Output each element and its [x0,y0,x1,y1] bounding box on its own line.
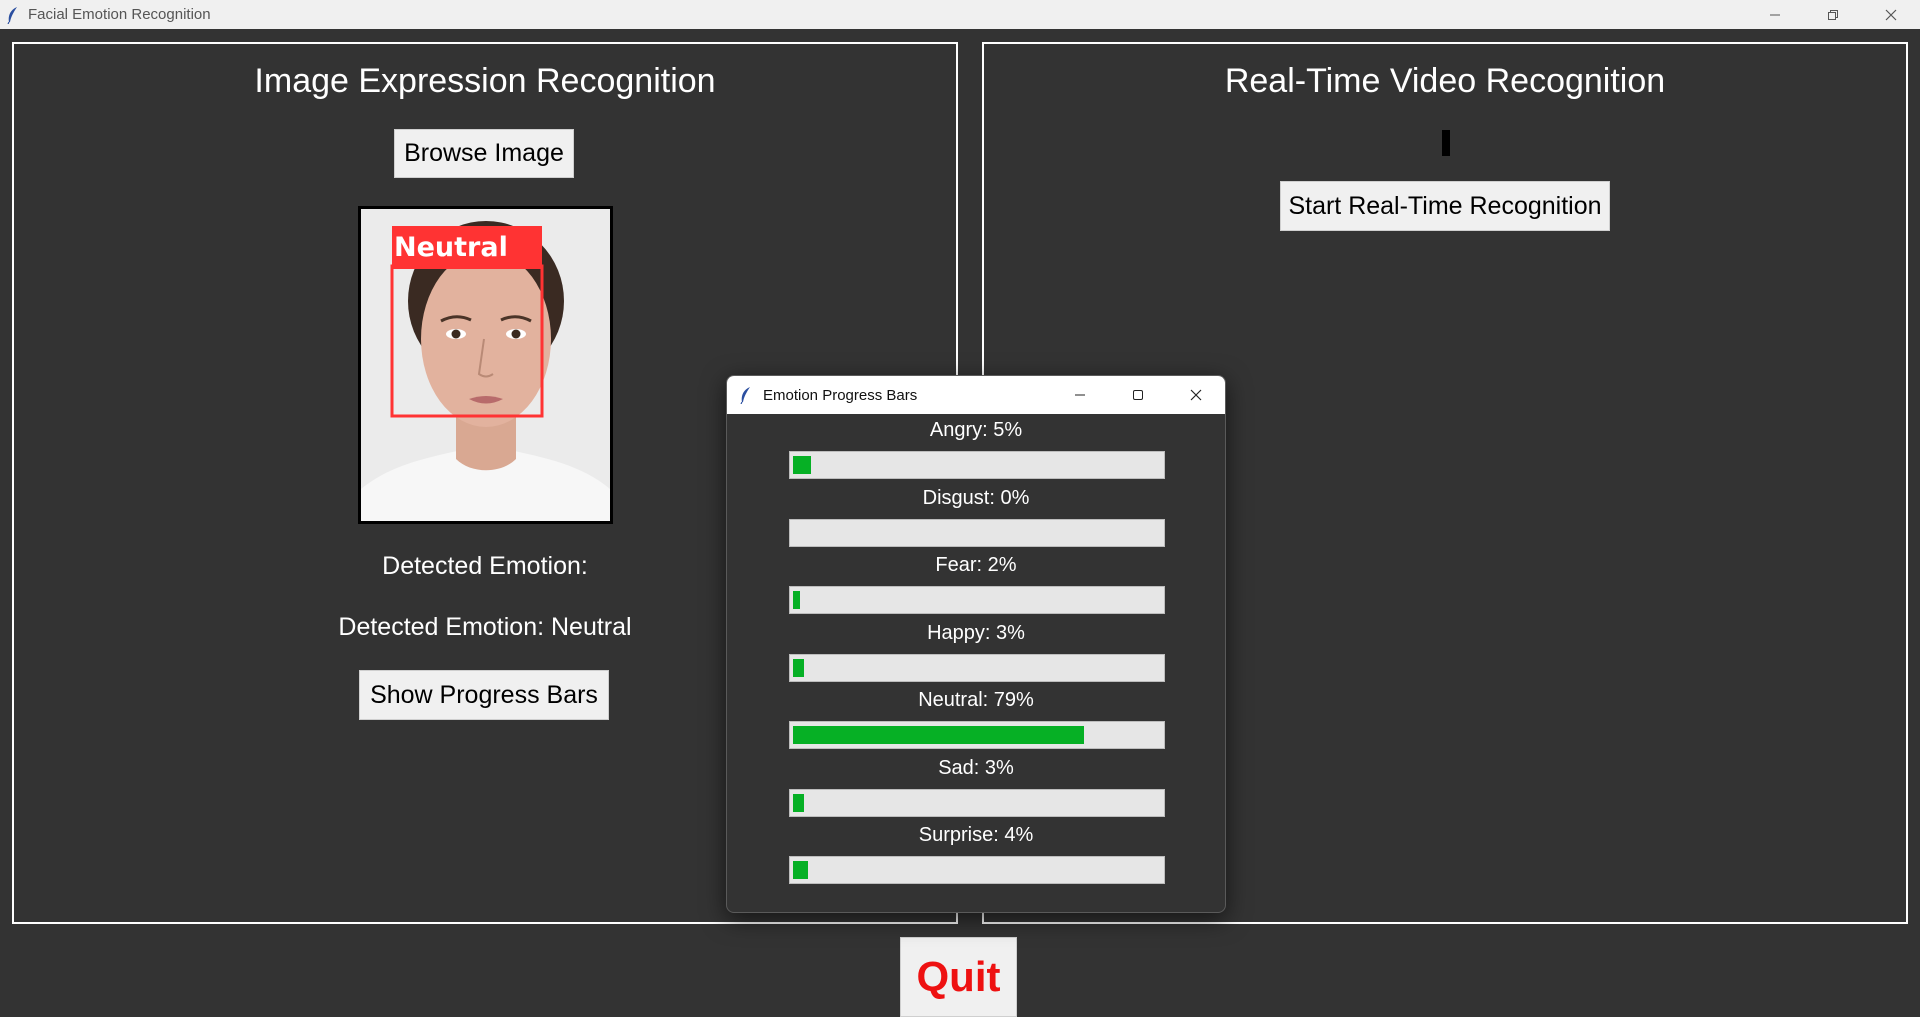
video-display [1442,130,1450,156]
progress-bars-list: Angry: 5% Disgust: 0% Fear: 2% Happy: 3% Neu… [727,414,1225,887]
browse-image-button[interactable]: Browse Image [394,129,574,178]
progress-fill [793,793,804,812]
video-panel-title: Real-Time Video Recognition [1224,62,1666,100]
progress-row: Fear: 2% [727,549,1225,617]
progress-row: Sad: 3% [727,752,1225,820]
progress-bar [789,788,1165,817]
progress-label: Angry: 5% [929,419,1023,441]
show-progress-bars-button[interactable]: Show Progress Bars [359,670,609,720]
start-realtime-button[interactable]: Start Real-Time Recognition [1280,181,1610,231]
minimize-icon[interactable] [1746,0,1804,29]
progress-label: Disgust: 0% [922,486,1030,509]
popup-window-controls [1051,376,1225,414]
progress-label: Neutral: 79% [918,689,1034,711]
progress-fill [793,456,811,474]
minimize-icon[interactable] [1051,376,1109,414]
image-panel-title: Image Expression Recognition [254,62,716,100]
maximize-icon[interactable] [1109,376,1167,414]
progress-fill [793,726,1084,744]
progress-bar [789,653,1165,682]
close-icon[interactable] [1167,376,1225,414]
image-emotion-label: Neutral [394,232,508,263]
progress-bar [789,518,1165,547]
progress-fill [793,591,800,609]
app-title: Facial Emotion Recognition [28,6,211,23]
progress-fill [793,861,808,879]
close-icon[interactable] [1862,0,1920,29]
progress-row: Disgust: 0% [727,482,1225,550]
analyzed-image: Neutral [358,206,613,524]
progress-row: Surprise: 4% [727,819,1225,887]
progress-row: Happy: 3% [727,617,1225,685]
feather-icon [740,387,750,404]
progress-row: Neutral: 79% [727,684,1225,752]
app-titlebar: Facial Emotion Recognition [0,0,1920,29]
progress-bar [789,721,1165,749]
progress-bar [789,856,1165,884]
emotion-progress-window: Emotion Progress Bars Angry: 5% Disgust: … [726,375,1226,913]
progress-row: Angry: 5% [727,414,1225,482]
feather-icon [7,6,17,24]
progress-label: Sad: 3% [938,756,1014,779]
progress-bar [789,586,1165,614]
progress-label: Fear: 2% [935,554,1017,576]
popup-titlebar: Emotion Progress Bars [727,376,1225,414]
progress-label: Happy: 3% [927,621,1025,644]
progress-label: Surprise: 4% [918,824,1034,846]
window-controls [1746,0,1920,29]
progress-bar [789,451,1165,479]
quit-button[interactable]: Quit [900,937,1017,1017]
popup-title: Emotion Progress Bars [763,386,918,404]
restore-icon[interactable] [1804,0,1862,29]
progress-fill [793,658,804,677]
